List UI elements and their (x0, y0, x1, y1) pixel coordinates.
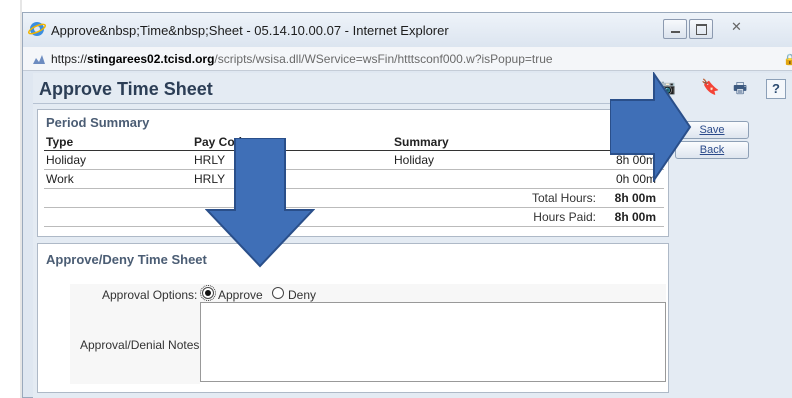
browser-popup-window: Approve&nbsp;Time&nbsp;Sheet - 05.14.10.… (22, 12, 792, 398)
total-hours-row: Total Hours: 8h 00m (44, 188, 664, 208)
approval-options-label: Approval Options: (102, 288, 198, 302)
bookmark-icon[interactable]: 🔖 (701, 78, 720, 96)
internet-explorer-icon (28, 22, 46, 36)
deny-radio-label[interactable]: Deny (288, 288, 316, 302)
table-row: Holiday HRLY Holiday 8h 00m (44, 150, 664, 170)
cell-summary: Holiday (392, 150, 610, 170)
page-icon (33, 55, 45, 64)
table-header-row: Type Pay Code Summary (44, 134, 664, 151)
window-titlebar: Approve&nbsp;Time&nbsp;Sheet - 05.14.10.… (23, 13, 792, 47)
print-icon[interactable]: 🖶 (733, 78, 747, 103)
approve-radio[interactable] (200, 285, 216, 301)
url-scheme: https:// (51, 52, 88, 66)
cell-type: Work (44, 169, 192, 189)
approve-deny-panel: Approve/Deny Time Sheet Approval Options… (37, 243, 669, 393)
url-domain: stingarees02.tcisd.org (87, 52, 215, 66)
arrow-down-icon (205, 138, 315, 268)
hours-paid-row: Hours Paid: 8h 00m (44, 207, 664, 227)
title-divider (33, 103, 665, 104)
minimize-button[interactable] (663, 19, 687, 39)
cell-type: Holiday (44, 150, 192, 170)
url-path: /scripts/wsisa.dll/WService=wsFin/htttsc… (214, 52, 553, 66)
approval-notes-textarea[interactable] (200, 302, 666, 382)
maximize-button[interactable] (689, 19, 713, 39)
hours-paid-label: Hours Paid: (392, 207, 610, 227)
lock-icon: 🔒 (783, 54, 792, 66)
hours-paid-value: 8h 00m (610, 207, 664, 227)
period-summary-title: Period Summary (46, 115, 150, 130)
period-summary-table: Type Pay Code Summary Holiday HRLY Holid… (44, 134, 664, 227)
notes-label: Approval/Denial Notes: (80, 338, 203, 352)
deny-radio[interactable] (272, 287, 284, 299)
arrow-right-icon (610, 72, 692, 182)
page-title: Approve Time Sheet (39, 79, 213, 99)
window-title: Approve&nbsp;Time&nbsp;Sheet - 05.14.10.… (51, 23, 449, 38)
approve-radio-label[interactable]: Approve (218, 288, 263, 302)
total-hours-value: 8h 00m (610, 188, 664, 208)
total-hours-label: Total Hours: (392, 188, 610, 208)
period-summary-panel: Period Summary Type Pay Code Summary Hol… (37, 109, 669, 237)
header-summary: Summary (392, 134, 610, 151)
help-button[interactable]: ? (766, 79, 786, 99)
header-type: Type (44, 134, 192, 151)
address-bar[interactable]: https://stingarees02.tcisd.org/scripts/w… (23, 47, 792, 71)
cell-summary (392, 169, 610, 189)
approve-deny-title: Approve/Deny Time Sheet (46, 252, 207, 267)
close-icon[interactable]: ✕ (731, 19, 742, 35)
url-text[interactable]: https://stingarees02.tcisd.org/scripts/w… (51, 52, 553, 66)
table-row: Work HRLY 0h 00m (44, 169, 664, 189)
